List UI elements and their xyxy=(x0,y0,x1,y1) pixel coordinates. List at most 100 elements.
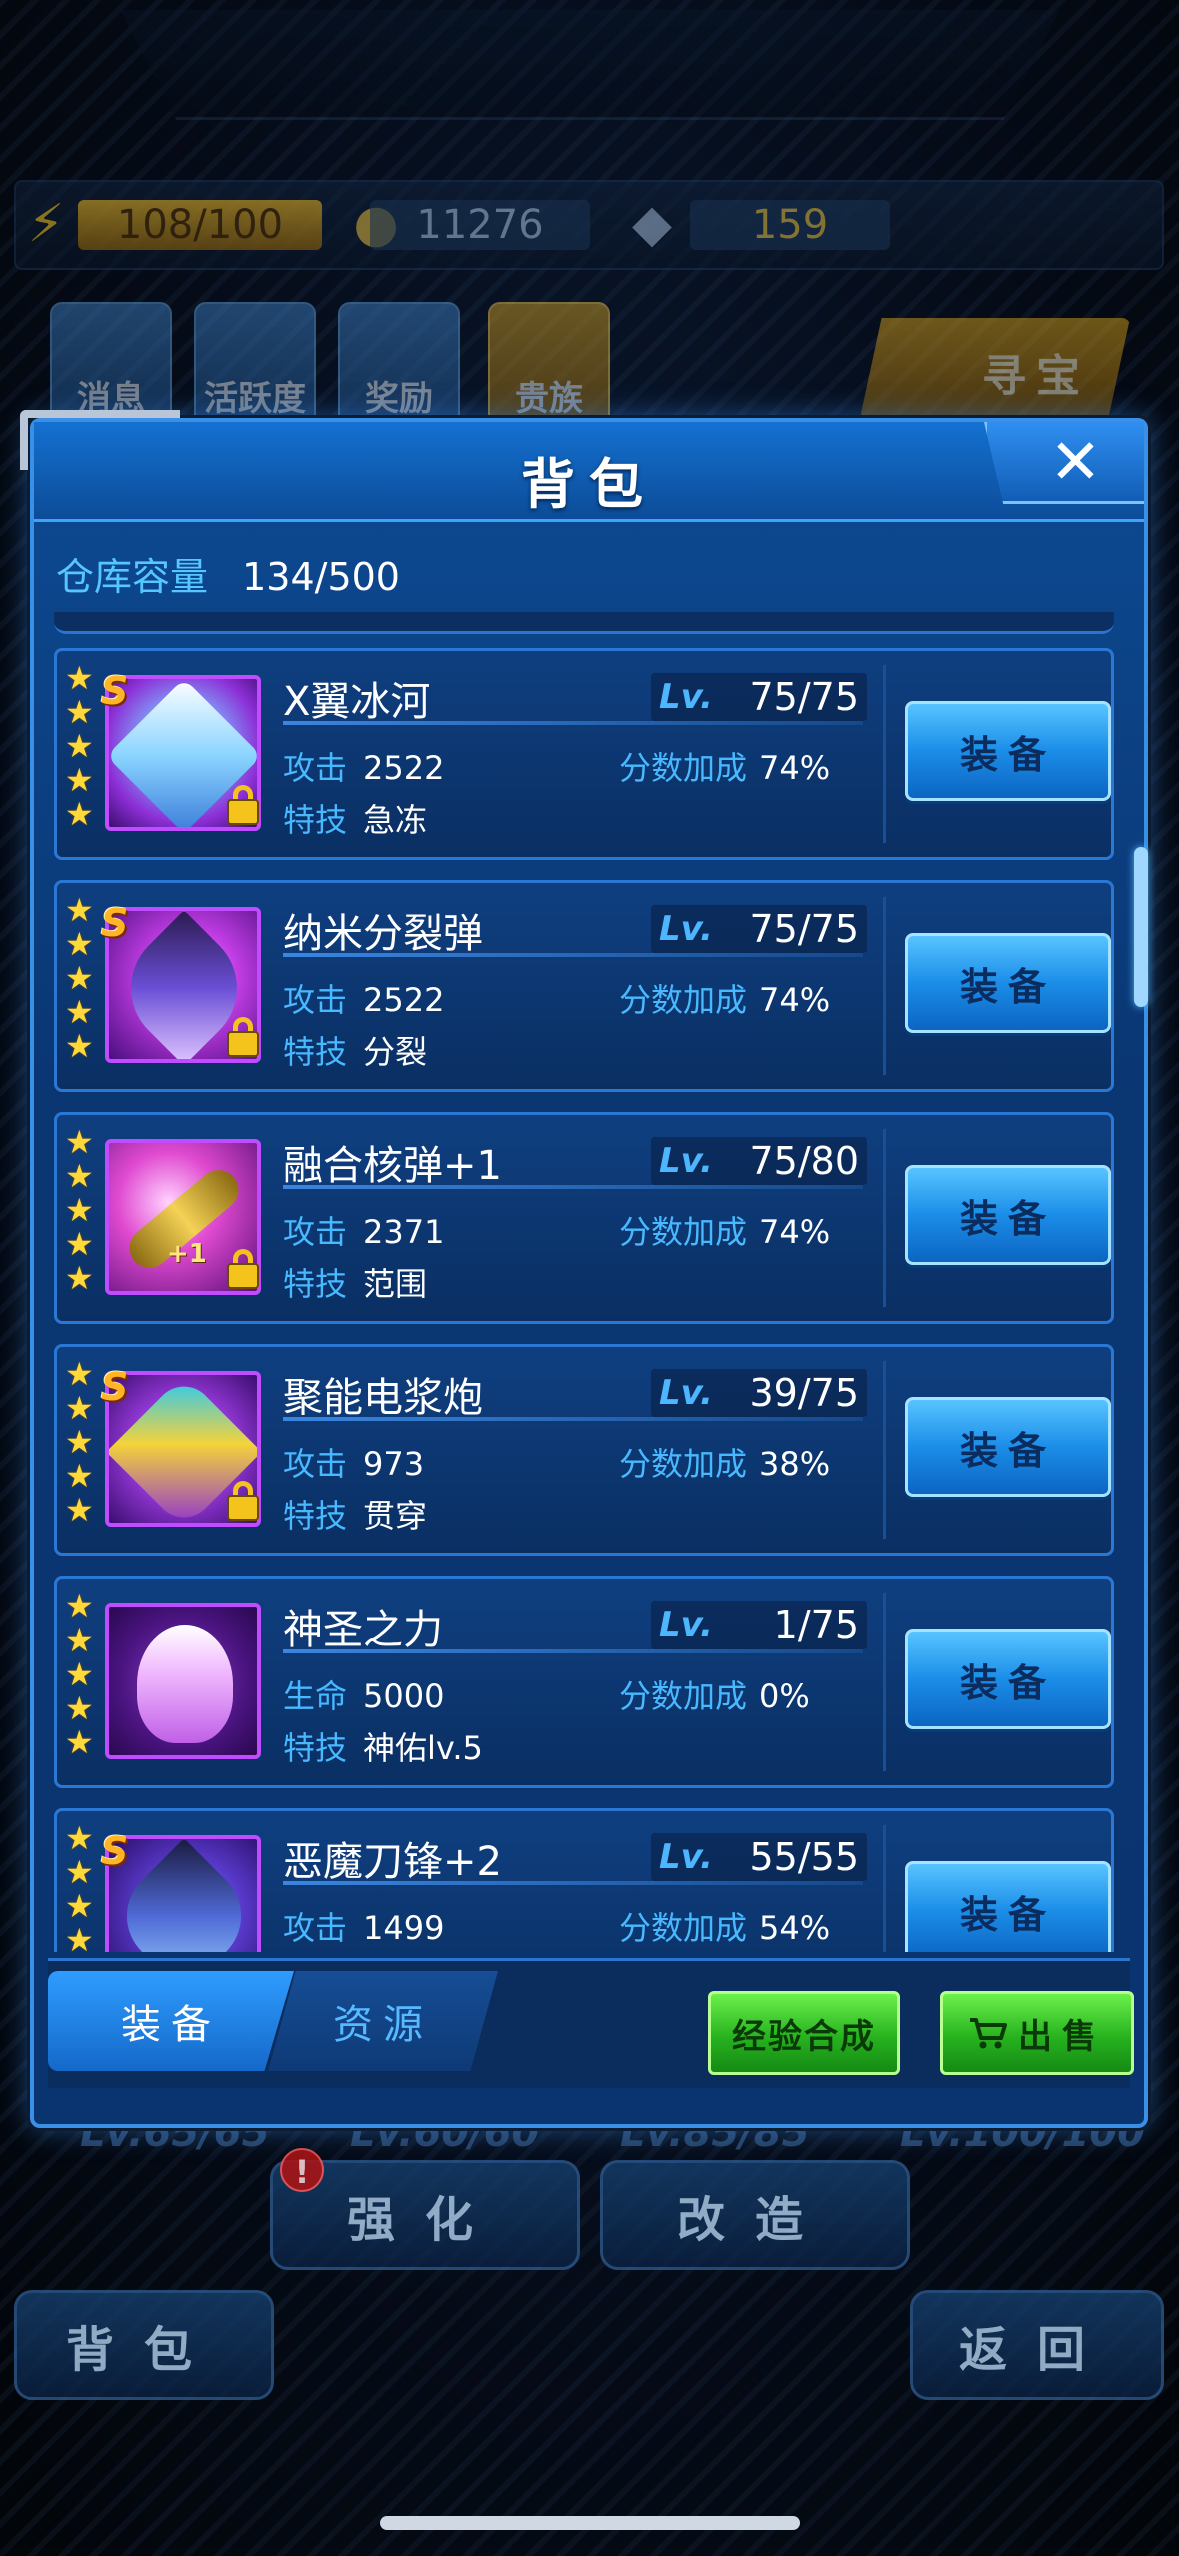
name-underline xyxy=(283,721,863,725)
sell-button[interactable]: 出售 xyxy=(940,1991,1134,2075)
star-icon: ★ xyxy=(65,1921,94,1952)
skill-stat: 特技 分裂 xyxy=(283,1033,428,1071)
back-nav-button[interactable]: 返回 xyxy=(910,2290,1164,2400)
star-icon: ★ xyxy=(65,1587,94,1625)
capacity-value: 134/500 xyxy=(242,555,400,599)
level-label: Lv. xyxy=(659,909,713,949)
energy-value: 108/100 xyxy=(78,200,322,250)
shield-icon xyxy=(137,1625,233,1743)
item-name: 融合核弹+1 xyxy=(283,1143,502,1189)
name-underline xyxy=(283,1185,863,1189)
level-value: 39/75 xyxy=(749,1371,859,1415)
item-thumbnail[interactable] xyxy=(105,1603,261,1759)
noble-button[interactable]: 贵族 xyxy=(488,302,610,426)
item-name: 纳米分裂弹 xyxy=(283,911,483,957)
divider xyxy=(883,1825,886,1952)
s-rank-badge: S xyxy=(101,669,129,713)
s-rank-badge: S xyxy=(101,1829,129,1873)
star-icon: ★ xyxy=(65,959,94,997)
gem-icon: ◆ xyxy=(632,194,672,254)
exp-merge-button[interactable]: 经验合成 xyxy=(708,1991,900,2075)
attack-stat: 攻击 1499 xyxy=(283,1909,445,1947)
list-item: ★ ★ ★ ★ ★ S 聚能电浆炮 Lv. 39/75 攻击 973 分数加成 38… xyxy=(54,1344,1114,1556)
modal-tab-bar: 装备 资源 经验合成 出售 xyxy=(48,1958,1134,2088)
list-item: ★ ★ ★ ★ ★ +1 融合核弹+1 Lv. 75/80 攻击 2371 分数加… xyxy=(54,1112,1114,1324)
lock-icon xyxy=(225,1017,261,1057)
star-icon: ★ xyxy=(65,693,94,731)
item-name: 聚能电浆炮 xyxy=(283,1375,483,1421)
star-rating: ★ ★ ★ ★ ★ xyxy=(65,661,101,831)
level-label: Lv. xyxy=(659,677,713,717)
level-display: Lv. 75/80 xyxy=(651,1137,867,1185)
notice-badge: ! xyxy=(280,2148,324,2192)
scrollbar-thumb[interactable] xyxy=(1134,847,1148,1007)
attack-stat: 攻击 2522 xyxy=(283,981,445,1019)
level-value: 75/75 xyxy=(749,675,859,719)
star-icon: ★ xyxy=(65,1027,94,1065)
star-icon: ★ xyxy=(65,659,94,697)
close-button[interactable]: ✕ xyxy=(984,422,1144,504)
plus-level-tag: +1 xyxy=(167,1239,207,1269)
level-value: 1/75 xyxy=(773,1603,859,1647)
star-icon: ★ xyxy=(65,1191,94,1229)
star-icon: ★ xyxy=(65,1819,94,1857)
forge-button[interactable]: 改造 xyxy=(600,2160,910,2270)
star-icon: ★ xyxy=(65,1723,94,1761)
star-icon: ★ xyxy=(65,1355,94,1393)
star-icon: ★ xyxy=(65,1491,94,1529)
skill-stat: 特技 贯穿 xyxy=(283,1497,428,1535)
equip-button[interactable]: 装备 xyxy=(905,1397,1111,1497)
hp-stat: 生命 5000 xyxy=(283,1677,445,1715)
lock-icon xyxy=(225,1249,261,1289)
equip-button[interactable]: 装备 xyxy=(905,933,1111,1033)
divider xyxy=(883,1361,886,1539)
star-icon: ★ xyxy=(65,1225,94,1263)
home-indicator[interactable] xyxy=(380,2516,800,2530)
sell-label: 出售 xyxy=(1018,2016,1106,2057)
star-icon: ★ xyxy=(65,761,94,799)
level-display: Lv. 55/55 xyxy=(651,1833,867,1881)
activity-button[interactable]: 活跃度 xyxy=(194,302,316,426)
star-icon: ★ xyxy=(65,1259,94,1297)
background-header xyxy=(120,10,1060,120)
tab-equipment[interactable]: 装备 xyxy=(48,1971,294,2071)
star-icon: ★ xyxy=(65,1655,94,1693)
star-icon: ★ xyxy=(65,1457,94,1495)
level-display: Lv. 75/75 xyxy=(651,905,867,953)
score-bonus: 分数加成 74% xyxy=(619,1213,831,1251)
name-underline xyxy=(283,1881,863,1885)
star-icon: ★ xyxy=(65,1123,94,1161)
star-icon: ★ xyxy=(65,1423,94,1461)
name-underline xyxy=(283,1417,863,1421)
level-label: Lv. xyxy=(659,1837,713,1877)
star-icon: ★ xyxy=(65,993,94,1031)
star-rating: ★ ★ ★ ★ ★ xyxy=(65,1357,101,1527)
star-rating: ★ ★ ★ ★ ★ xyxy=(65,893,101,1063)
attack-stat: 攻击 2371 xyxy=(283,1213,445,1251)
star-icon: ★ xyxy=(65,1621,94,1659)
messages-button[interactable]: 消息 xyxy=(50,302,172,426)
equip-button[interactable]: 装备 xyxy=(905,1861,1111,1952)
gem-value: 159 xyxy=(690,200,890,250)
backpack-modal: 背包 ✕ 仓库容量 134/500 ★ ★ ★ ★ ★ S X翼冰河 Lv. 7… xyxy=(20,410,1148,2128)
equip-button[interactable]: 装备 xyxy=(905,701,1111,801)
star-icon: ★ xyxy=(65,1689,94,1727)
tab-resources[interactable]: 资源 xyxy=(268,1971,498,2071)
equip-button[interactable]: 装备 xyxy=(905,1629,1111,1729)
score-bonus: 分数加成 74% xyxy=(619,981,831,1019)
star-icon: ★ xyxy=(65,1389,94,1427)
attack-stat: 攻击 2522 xyxy=(283,749,445,787)
equip-button[interactable]: 装备 xyxy=(905,1165,1111,1265)
backpack-nav-button[interactable]: 背包 xyxy=(14,2290,274,2400)
level-value: 55/55 xyxy=(749,1835,859,1879)
treasure-button[interactable]: 寻宝 xyxy=(860,318,1130,418)
list-top-edge xyxy=(54,612,1114,634)
cart-icon xyxy=(968,2016,1008,2050)
rewards-button[interactable]: 奖励 xyxy=(338,302,460,426)
star-icon: ★ xyxy=(65,1887,94,1925)
s-rank-badge: S xyxy=(101,1365,129,1409)
divider xyxy=(883,1593,886,1771)
star-icon: ★ xyxy=(65,795,94,833)
item-list[interactable]: ★ ★ ★ ★ ★ S X翼冰河 Lv. 75/75 攻击 2522 分数加成 74… xyxy=(48,612,1122,1952)
level-label: Lv. xyxy=(659,1605,713,1645)
